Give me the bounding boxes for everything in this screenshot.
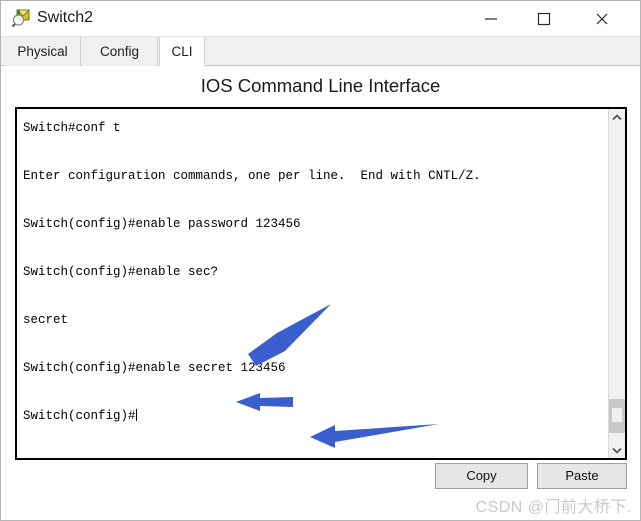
terminal-line: Switch(config)#enable password 123456	[23, 217, 301, 231]
paste-button[interactable]: Paste	[537, 463, 627, 489]
cli-panel: IOS Command Line Interface Switch> Switc…	[1, 66, 640, 520]
terminal-prompt: Switch(config)#	[23, 409, 136, 423]
tab-strip: Physical Config CLI	[1, 37, 640, 66]
maximize-icon[interactable]	[521, 1, 567, 36]
page-title: IOS Command Line Interface	[200, 75, 441, 96]
terminal-lines: Switch> Switch> Switch> Switch> Switch>e…	[23, 109, 603, 456]
packet-tracer-device-icon	[11, 8, 31, 28]
scrollbar-thumb[interactable]	[609, 399, 625, 433]
terminal-output[interactable]: Switch> Switch> Switch> Switch> Switch>e…	[17, 109, 608, 458]
terminal-line: Switch#conf t	[23, 121, 121, 135]
terminal-frame: Switch> Switch> Switch> Switch> Switch>e…	[15, 107, 627, 460]
terminal-line: Enter configuration commands, one per li…	[23, 169, 481, 183]
terminal-line: Switch(config)#enable sec?	[23, 265, 219, 279]
tab-physical[interactable]: Physical	[5, 37, 81, 66]
close-icon[interactable]	[579, 1, 625, 36]
title-bar: Switch2	[1, 1, 640, 37]
terminal-line: Switch(config)#enable secret 123456	[23, 361, 286, 375]
tab-cli[interactable]: CLI	[159, 37, 205, 66]
window-title: Switch2	[37, 9, 94, 26]
terminal-line: secret	[23, 313, 69, 327]
tab-config[interactable]: Config	[82, 37, 158, 66]
copy-button[interactable]: Copy	[435, 463, 528, 489]
text-cursor	[135, 409, 137, 421]
minimize-icon[interactable]	[468, 1, 514, 36]
chevron-up-icon[interactable]	[609, 109, 625, 126]
terminal-scrollbar[interactable]	[608, 109, 625, 458]
terminal-prompt-line: Switch(config)#	[23, 408, 603, 424]
watermark: CSDN @门前大桥下.	[475, 499, 632, 516]
switch-cli-window: Switch2 Physical Config CLI IOS Command …	[0, 0, 641, 521]
chevron-down-icon[interactable]	[609, 441, 625, 458]
